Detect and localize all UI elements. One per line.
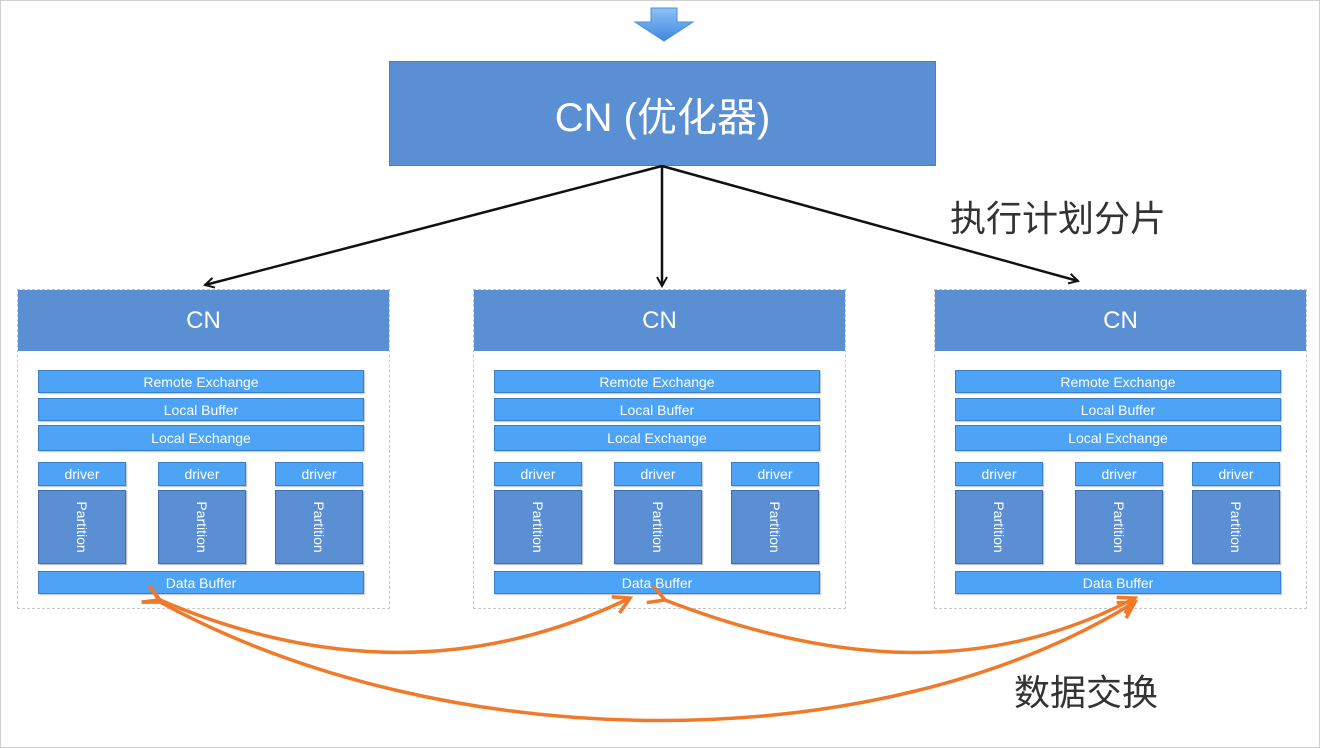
plan-arrow-left [205,164,663,285]
exchange-arrow-1-3 [141,585,1139,723]
plan-arrow-right [661,164,1078,281]
arrows-layer [141,164,1139,723]
exchange-arrow-1-2 [141,584,634,655]
exchange-arrow-2-3 [646,584,1139,655]
